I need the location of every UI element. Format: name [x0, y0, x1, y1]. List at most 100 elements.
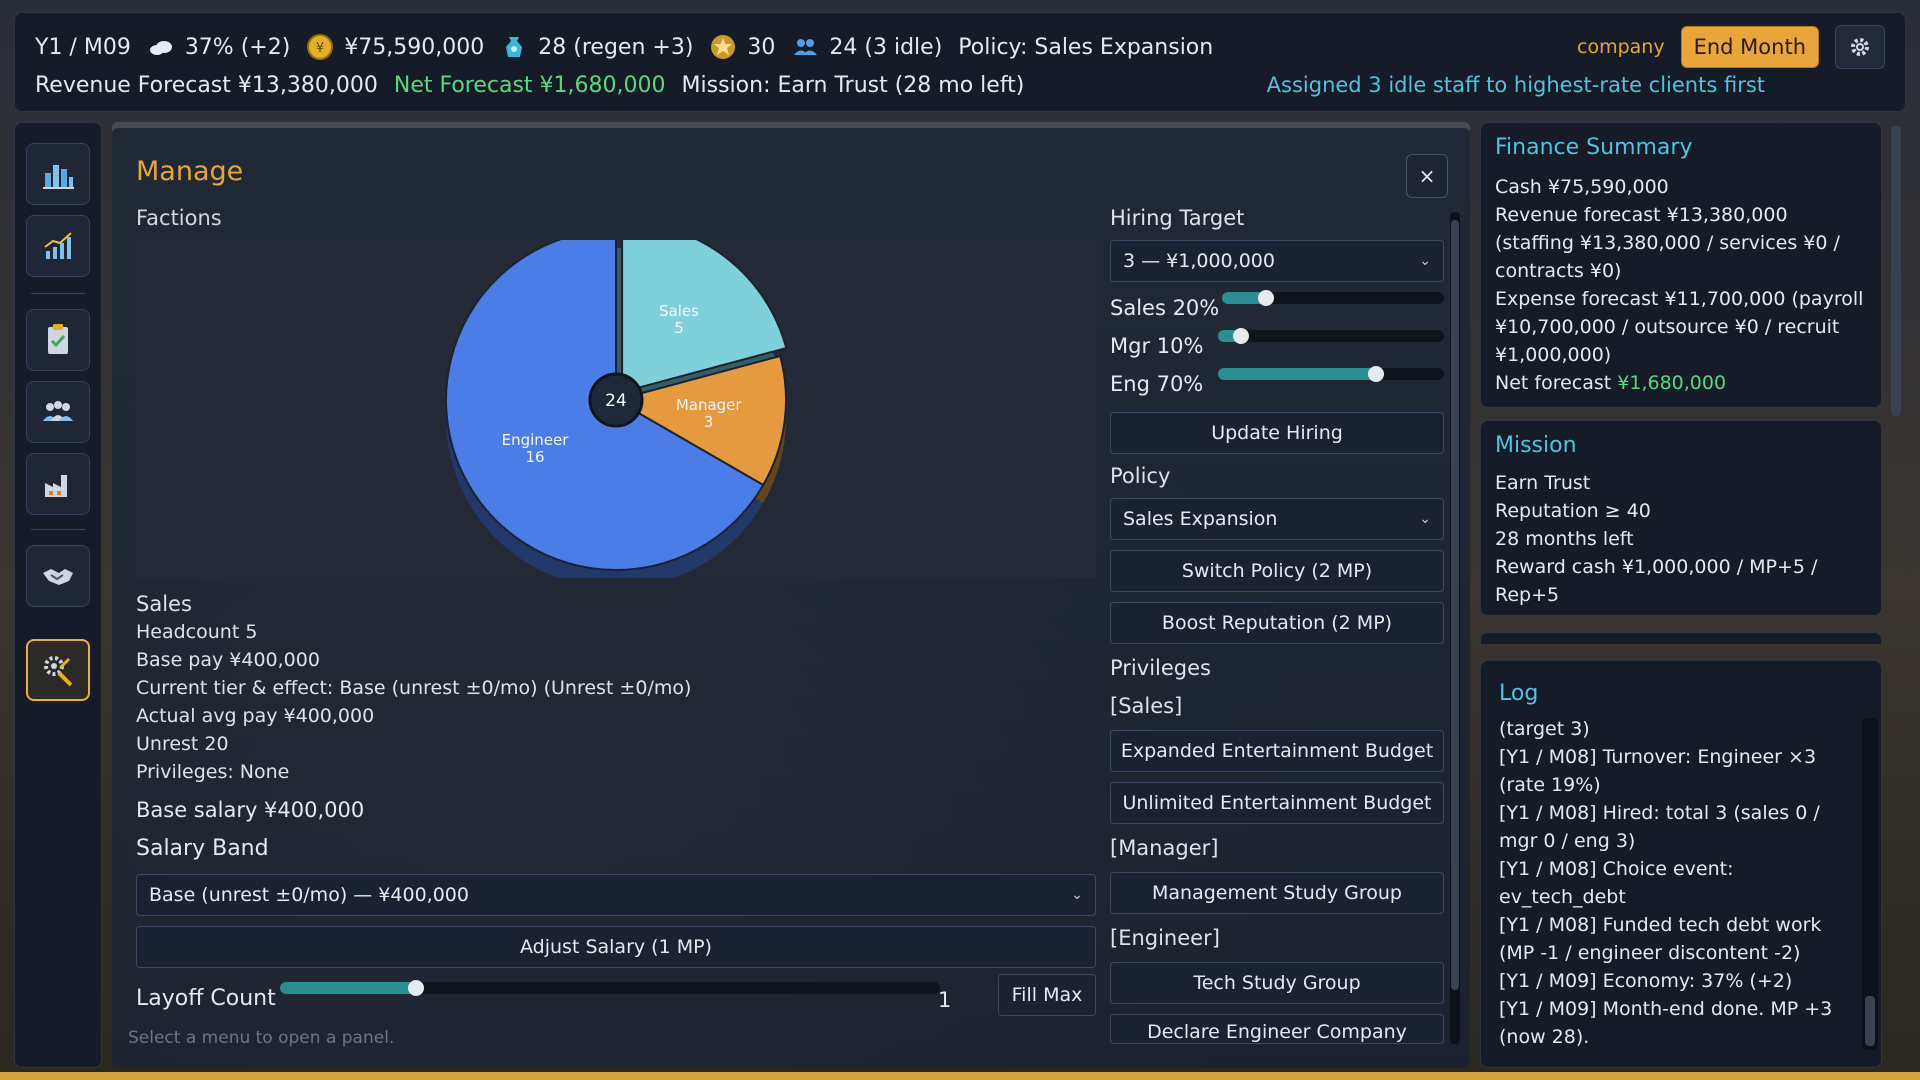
base-pay-text: Base pay ¥400,000 — [136, 649, 320, 671]
log-entry: [Y1 / M09] Month-end done. MP +3 — [1499, 998, 1833, 1020]
economy-text: 37% (+2) — [184, 34, 291, 60]
finance-expense: Expense forecast ¥11,700,000 (payroll — [1495, 288, 1864, 310]
manager-ratio-slider[interactable] — [1218, 328, 1444, 344]
assign-message: Assigned 3 idle staff to highest-rate cl… — [1266, 73, 1765, 97]
slider-fill — [280, 982, 416, 994]
fill-max-button[interactable]: Fill Max — [998, 974, 1096, 1016]
salary-band-label: Salary Band — [136, 836, 269, 861]
log-entry: [Y1 / M08] Hired: total 3 (sales 0 / — [1499, 802, 1820, 824]
management-study-group-button[interactable]: Management Study Group — [1110, 872, 1444, 914]
policy-value: Sales Expansion — [1123, 508, 1278, 530]
people-icon — [794, 39, 818, 55]
switch-policy-button[interactable]: Switch Policy (2 MP) — [1110, 550, 1444, 592]
hiring-target-select[interactable]: 3 — ¥1,000,000 ⌄ — [1110, 240, 1444, 282]
close-button[interactable]: × — [1406, 154, 1448, 198]
pie-value-label: 3 — [704, 413, 714, 431]
finance-body: Cash ¥75,590,000 Revenue forecast ¥13,38… — [1495, 173, 1863, 397]
privileges-label: Privileges — [1110, 656, 1211, 680]
pie-label: Manager — [676, 396, 743, 414]
left-nav-rail — [14, 122, 102, 1068]
staff-text: 24 (3 idle) — [829, 34, 943, 60]
slider-knob[interactable] — [1368, 366, 1385, 382]
finance-title: Finance Summary — [1495, 135, 1693, 160]
log-entry: mgr 0 / eng 3) — [1499, 830, 1636, 852]
economy-stat: 37% (+2) — [147, 33, 291, 61]
privileges-text: Privileges: None — [136, 761, 290, 783]
mission-status: Mission: Earn Trust (28 mo left) — [681, 73, 1025, 98]
nav-facility-button[interactable] — [26, 453, 90, 515]
layoff-count-slider[interactable] — [280, 980, 940, 996]
mission-panel: Mission Earn Trust Reputation ≥ 40 28 mo… — [1480, 420, 1882, 616]
scroll-thumb[interactable] — [1865, 996, 1875, 1046]
manage-scrollbar[interactable] — [1450, 212, 1460, 1044]
net-value: ¥1,680,000 — [1617, 372, 1727, 394]
star-medal-icon — [711, 35, 736, 59]
slider-knob[interactable] — [1258, 290, 1275, 306]
unrest-text: Unrest 20 — [136, 733, 229, 755]
net-forecast: Net Forecast ¥1,680,000 — [393, 73, 666, 98]
growth-chart-icon — [44, 232, 72, 259]
policy-text: Policy: Sales Expansion — [958, 34, 1214, 60]
policy-status: Policy: Sales Expansion — [958, 35, 1213, 60]
tech-study-group-button[interactable]: Tech Study Group — [1110, 962, 1444, 1004]
update-hiring-button[interactable]: Update Hiring — [1110, 412, 1444, 454]
slider-knob[interactable] — [407, 980, 424, 996]
finance-revenue-detail: (staffing ¥13,380,000 / services ¥0 / — [1495, 232, 1840, 254]
slider-knob[interactable] — [1232, 328, 1249, 344]
finance-expense-detail: ¥10,700,000 / outsource ¥0 / recruit — [1495, 316, 1840, 338]
log-entry: (target 3) — [1499, 718, 1590, 740]
mission-title: Mission — [1495, 433, 1577, 458]
factions-pie-chart: Sales5 Manager3 Engineer16 24 — [445, 240, 788, 578]
nav-tasks-button[interactable] — [26, 309, 90, 371]
chevron-down-icon: ⌄ — [1419, 511, 1431, 527]
status-row: Y1 / M09 37% (+2) ¥ ¥75,590,000 28 (rege… — [35, 33, 1229, 61]
clipboard-icon — [48, 324, 68, 354]
finance-revenue-detail: contracts ¥0) — [1495, 260, 1622, 282]
faction-name: Sales — [136, 592, 192, 616]
log-entry: (now 28). — [1499, 1026, 1590, 1048]
mp-text: 28 (regen +3) — [538, 34, 694, 60]
scroll-thumb[interactable] — [1451, 220, 1459, 990]
finance-expense-detail: ¥1,000,000) — [1495, 344, 1612, 366]
expanded-entertainment-budget-button[interactable]: Expanded Entertainment Budget — [1110, 730, 1444, 772]
mission-reward: Reward cash ¥1,000,000 / MP+5 / — [1495, 556, 1818, 578]
reputation-text: 30 — [747, 34, 776, 60]
company-label: company — [1577, 36, 1665, 58]
pie-label: Sales — [659, 302, 699, 320]
policy-select[interactable]: Sales Expansion ⌄ — [1110, 498, 1444, 540]
log-scrollbar[interactable] — [1862, 718, 1878, 1050]
scroll-thumb[interactable] — [1891, 126, 1901, 416]
net-label: Net forecast — [1495, 372, 1612, 394]
salary-band-value: Base (unrest ±0/mo) — ¥400,000 — [149, 884, 469, 906]
settings-button[interactable] — [1835, 25, 1885, 69]
pie-total-label: 24 — [605, 391, 627, 411]
mission-reward: Rep+5 — [1495, 584, 1560, 606]
mission-time-left: 28 months left — [1495, 528, 1634, 550]
engineer-ratio-slider[interactable] — [1218, 366, 1444, 382]
unlimited-entertainment-budget-button[interactable]: Unlimited Entertainment Budget — [1110, 782, 1444, 824]
salary-band-select[interactable]: Base (unrest ±0/mo) — ¥400,000 ⌄ — [136, 874, 1096, 916]
page-scrollbar[interactable] — [1888, 126, 1904, 646]
footer-hint: Select a menu to open a panel. — [128, 1028, 395, 1048]
nav-growth-button[interactable] — [26, 215, 90, 277]
end-month-button[interactable]: End Month — [1680, 26, 1819, 68]
mission-name: Earn Trust — [1495, 472, 1591, 494]
log-entry: [Y1 / M08] Turnover: Engineer ×3 — [1499, 746, 1817, 768]
nav-analytics-button[interactable] — [26, 143, 90, 205]
nav-team-button[interactable] — [26, 381, 90, 443]
log-title: Log — [1499, 681, 1539, 706]
log-entry: [Y1 / M08] Choice event: — [1499, 858, 1734, 880]
nav-clients-button[interactable] — [26, 545, 90, 607]
log-list: (target 3) [Y1 / M08] Turnover: Engineer … — [1499, 715, 1859, 1051]
declare-engineer-company-button[interactable]: Declare Engineer Company — [1110, 1014, 1444, 1044]
nav-manage-button[interactable] — [26, 639, 90, 701]
reputation-stat: 30 — [709, 33, 775, 61]
cash-text: ¥75,590,000 — [344, 34, 485, 60]
boost-reputation-button[interactable]: Boost Reputation (2 MP) — [1110, 602, 1444, 644]
tier-text: Current tier & effect: Base (unrest ±0/m… — [136, 677, 692, 699]
panel-title: Manage — [136, 156, 244, 187]
sales-ratio-slider[interactable] — [1222, 290, 1444, 306]
adjust-salary-button[interactable]: Adjust Salary (1 MP) — [136, 926, 1096, 968]
base-salary-text: Base salary ¥400,000 — [136, 798, 365, 822]
slider-fill — [1218, 368, 1377, 380]
